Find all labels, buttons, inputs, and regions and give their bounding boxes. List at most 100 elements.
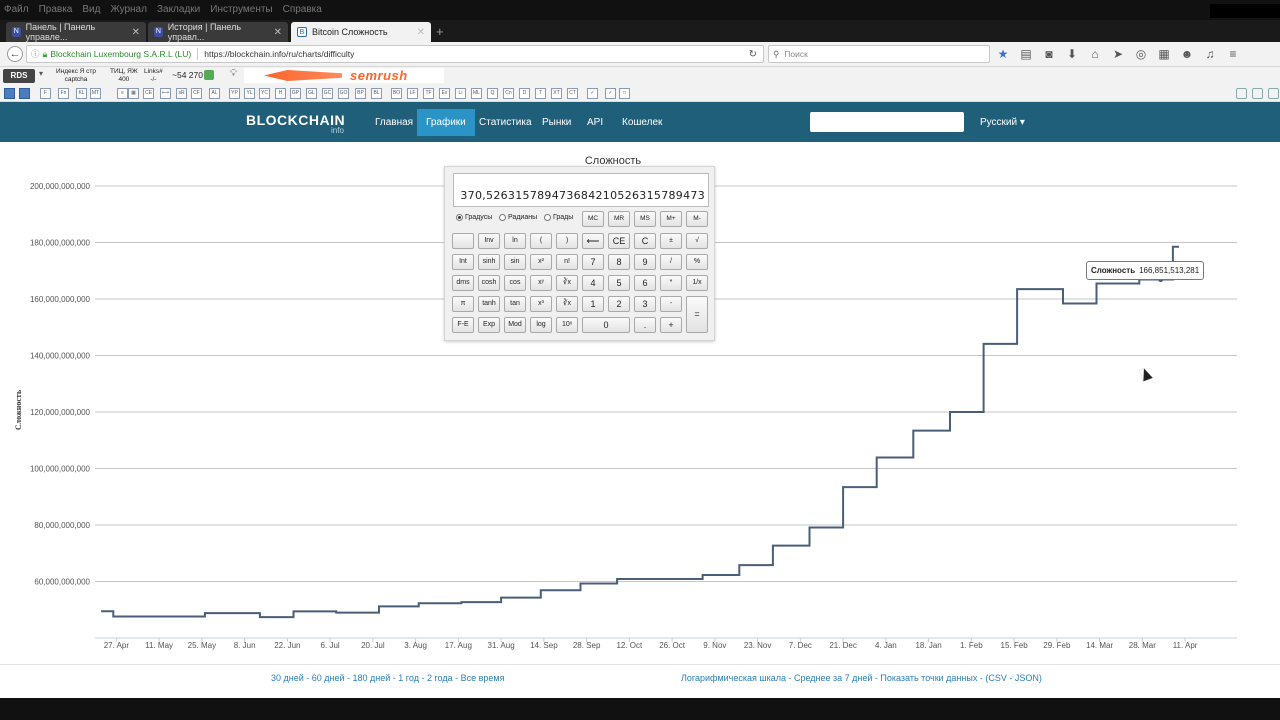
radio-degrees[interactable]: Градусы — [456, 214, 492, 221]
download-icon[interactable]: ⬇ — [1065, 46, 1079, 62]
calc-button[interactable]: ∛x — [556, 296, 578, 312]
menu-icon[interactable]: ≡ — [1226, 46, 1240, 62]
calc-button[interactable]: Inv — [478, 233, 500, 249]
calc-button[interactable]: MS — [634, 211, 656, 227]
calc-button[interactable]: Exp — [478, 317, 500, 333]
calc-button[interactable]: 8 — [608, 254, 630, 270]
seo-tool-icon[interactable]: GP — [290, 88, 301, 99]
seo-tool-icon[interactable]: T — [535, 88, 546, 99]
chat-icon[interactable]: ☻ — [1180, 46, 1194, 62]
calc-button[interactable]: x² — [530, 254, 552, 270]
radio-radians[interactable]: Радианы — [499, 214, 537, 221]
calc-button[interactable]: 2 — [608, 296, 630, 312]
calc-button[interactable]: ∛x — [556, 275, 578, 291]
calc-button[interactable]: 1 — [582, 296, 604, 312]
language-select[interactable]: Русский ▾ — [980, 117, 1025, 128]
menu-edit[interactable]: Правка — [39, 4, 73, 20]
chart-options-links[interactable]: Логарифмическая шкала - Среднее за 7 дне… — [681, 673, 1042, 683]
seo-tool-icon[interactable]: BL — [371, 88, 382, 99]
sidebar-icon[interactable]: ▦ — [1157, 46, 1171, 62]
calc-button[interactable]: 9 — [634, 254, 656, 270]
seo-tool-icon[interactable]: CT — [567, 88, 578, 99]
calc-button[interactable]: + — [660, 317, 682, 333]
seo-tool-icon[interactable]: D — [519, 88, 530, 99]
calc-button[interactable]: ) — [556, 233, 578, 249]
pocket-icon[interactable]: ◙ — [1042, 46, 1056, 62]
calc-button[interactable]: ( — [530, 233, 552, 249]
bookmark-star-icon[interactable]: ★ — [996, 46, 1010, 62]
calc-button[interactable]: log — [530, 317, 552, 333]
chart-icon[interactable] — [204, 70, 214, 80]
seo-tool-icon[interactable]: Ex — [439, 88, 450, 99]
calc-button[interactable]: MR — [608, 211, 630, 227]
bulb-icon[interactable]: 💡︎ — [230, 68, 237, 79]
seo-tool-icon[interactable]: KL — [76, 88, 87, 99]
page-icon[interactable] — [1268, 88, 1279, 99]
nav-home[interactable]: Главная — [366, 109, 422, 136]
calc-button[interactable]: MC — [582, 211, 604, 227]
calc-button[interactable]: 1/x — [686, 275, 708, 291]
seo-tool-icon[interactable]: CF — [191, 88, 202, 99]
nav-api[interactable]: API — [578, 109, 612, 136]
address-bar[interactable]: ⓘ 🔒︎ Blockchain Luxembourg S.A.R.L (LU) … — [26, 45, 764, 63]
calc-button[interactable]: Mod — [504, 317, 526, 333]
music-icon[interactable]: ♫ — [1203, 46, 1217, 62]
seo-tool-icon[interactable]: XT — [551, 88, 562, 99]
seo-tool-icon[interactable]: Q — [487, 88, 498, 99]
radio-grads[interactable]: Грады — [544, 214, 573, 221]
seo-tool-icon[interactable]: F — [40, 88, 51, 99]
url-text[interactable]: https://blockchain.info/ru/charts/diffic… — [204, 49, 354, 59]
seo-tool-icon[interactable]: sR — [176, 88, 187, 99]
seo-tool-icon[interactable]: GO — [338, 88, 349, 99]
calc-button[interactable]: M+ — [660, 211, 682, 227]
site-search-input[interactable] — [810, 112, 964, 132]
window-controls[interactable] — [1210, 4, 1280, 18]
calc-button[interactable]: = — [686, 296, 708, 333]
nav-markets[interactable]: Рынки — [533, 109, 580, 136]
seo-tool-icon[interactable]: GC — [322, 88, 333, 99]
calc-button[interactable]: 4 — [582, 275, 604, 291]
seo-tool-icon[interactable]: Cn — [503, 88, 514, 99]
calc-button[interactable]: * — [660, 275, 682, 291]
seo-tool-icon[interactable]: BP — [355, 88, 366, 99]
calc-button[interactable]: dms — [452, 275, 474, 291]
calc-button[interactable]: π — [452, 296, 474, 312]
seo-tool-icon[interactable]: AL — [209, 88, 220, 99]
menu-file[interactable]: Файл — [4, 4, 29, 20]
tab-close-icon[interactable]: ✕ — [409, 27, 425, 38]
reading-list-icon[interactable]: ▤ — [1019, 46, 1033, 62]
seo-tool-icon[interactable]: Li — [455, 88, 466, 99]
seo-tool-icon[interactable]: Fn — [58, 88, 69, 99]
calc-button[interactable]: ln — [504, 233, 526, 249]
links-count[interactable]: ~54 270 — [172, 70, 203, 80]
reload-icon[interactable]: ↻ — [749, 49, 757, 60]
nav-wallet[interactable]: Кошелек — [613, 109, 671, 136]
menu-history[interactable]: Журнал — [110, 4, 147, 20]
grid-icon[interactable] — [19, 88, 30, 99]
seo-tool-icon[interactable]: ML — [471, 88, 482, 99]
semrush-logo[interactable]: semrush — [244, 68, 444, 83]
menu-tools[interactable]: Инструменты — [210, 4, 272, 20]
info-icon[interactable]: ⓘ — [31, 48, 40, 60]
calc-button[interactable]: √ — [686, 233, 708, 249]
search-bar[interactable]: ⚲ Поиск — [768, 45, 990, 63]
calc-button[interactable]: sin — [504, 254, 526, 270]
yandex-index-stat[interactable]: Индекс Я стр captcha — [56, 68, 96, 83]
nav-stats[interactable]: Статистика — [470, 109, 541, 136]
grid-icon[interactable] — [4, 88, 15, 99]
nav-charts[interactable]: Графики — [417, 109, 475, 136]
tab-close-icon[interactable]: ✕ — [124, 27, 140, 38]
seo-tool-icon[interactable]: BO — [391, 88, 402, 99]
seo-tool-icon[interactable]: ▦ — [128, 88, 139, 99]
calc-button[interactable]: 7 — [582, 254, 604, 270]
calc-button[interactable]: ⟵ — [582, 233, 604, 249]
seo-tool-icon[interactable]: ≡ — [117, 88, 128, 99]
menu-help[interactable]: Справка — [283, 4, 322, 20]
calc-button[interactable]: Int — [452, 254, 474, 270]
links-stat[interactable]: Links# -/- — [144, 68, 163, 83]
calc-button[interactable]: 3 — [634, 296, 656, 312]
calc-button[interactable]: % — [686, 254, 708, 270]
seo-tool-icon[interactable]: YC — [259, 88, 270, 99]
calc-button[interactable]: tanh — [478, 296, 500, 312]
seo-tool-icon[interactable]: YP — [229, 88, 240, 99]
